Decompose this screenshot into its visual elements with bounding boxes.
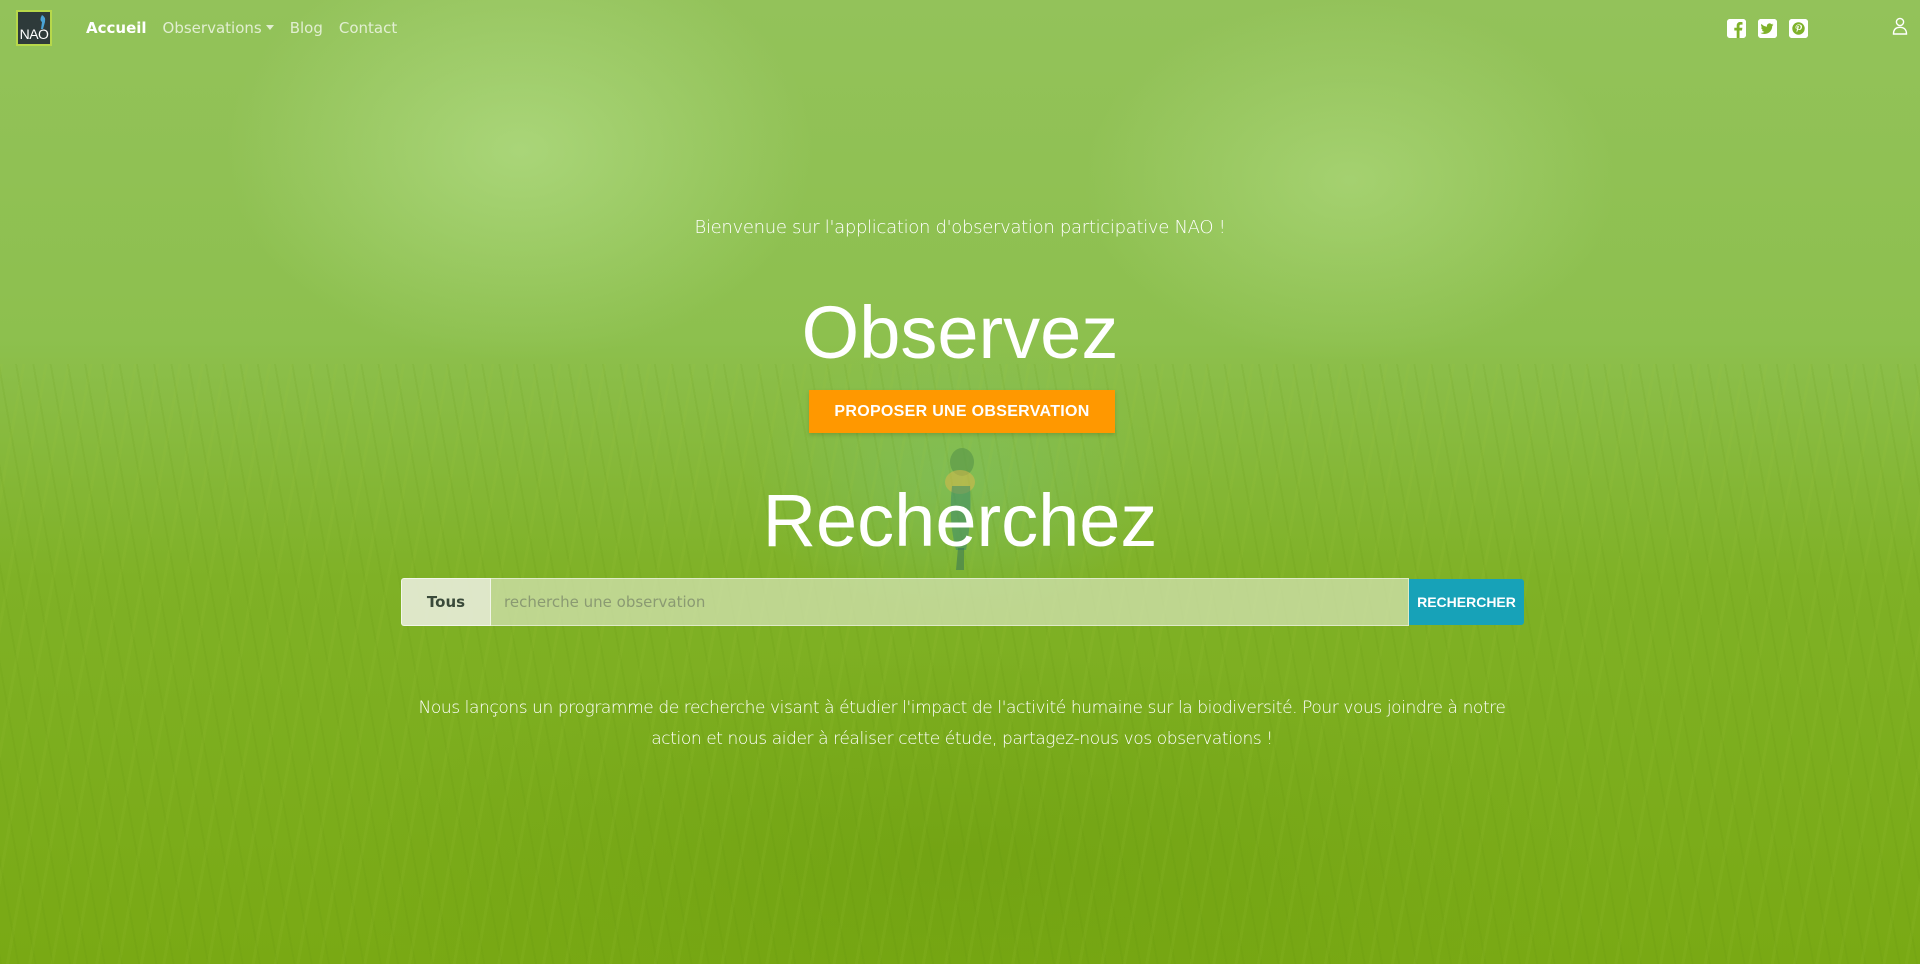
- bird-logo-icon: [40, 15, 46, 29]
- nav-link-observations-label: Observations: [162, 19, 262, 37]
- search-filter-select[interactable]: Tous: [401, 578, 491, 626]
- hero-section: NAO Accueil Observations Blog Contact Bi…: [0, 0, 1920, 964]
- nav-link-observations[interactable]: Observations: [155, 11, 282, 45]
- search-input[interactable]: [491, 578, 1409, 626]
- propose-observation-button[interactable]: PROPOSER UNE OBSERVATION: [809, 390, 1115, 433]
- observe-heading: Observez: [801, 291, 1119, 374]
- description-text: Nous lançons un programme de recherche v…: [418, 698, 1506, 749]
- facebook-icon[interactable]: [1727, 18, 1746, 38]
- pinterest-icon[interactable]: [1789, 18, 1808, 38]
- welcome-text: Bienvenue sur l'application d'observatio…: [694, 217, 1226, 238]
- nav-link-accueil[interactable]: Accueil: [78, 11, 155, 45]
- nav-link-blog[interactable]: Blog: [282, 11, 331, 45]
- nao-logo[interactable]: NAO: [16, 10, 52, 46]
- search-bar: Tous RECHERCHER: [401, 578, 1524, 626]
- search-heading: Recherchez: [762, 479, 1158, 562]
- chevron-down-icon: [265, 25, 274, 30]
- nav-right: [1727, 0, 1920, 56]
- nav-links: Accueil Observations Blog Contact: [78, 11, 405, 45]
- user-icon[interactable]: [1892, 17, 1908, 39]
- navbar: NAO Accueil Observations Blog Contact: [0, 0, 1920, 56]
- twitter-icon[interactable]: [1758, 18, 1777, 38]
- social-links: [1727, 18, 1808, 38]
- nav-link-contact[interactable]: Contact: [331, 11, 405, 45]
- search-button[interactable]: RECHERCHER: [1409, 579, 1524, 625]
